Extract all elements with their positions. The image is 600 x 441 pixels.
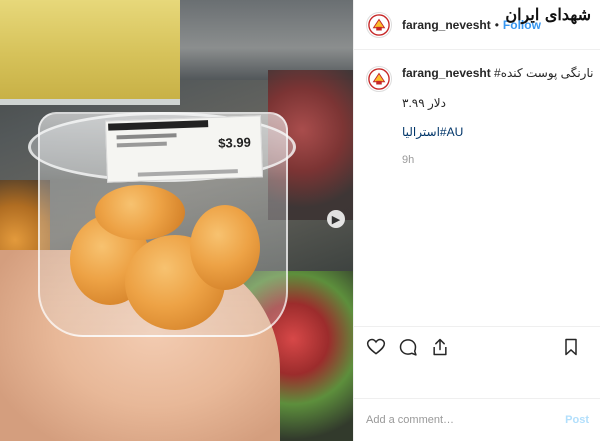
header-username[interactable]: farang_nevesht (402, 18, 491, 32)
shelf-background (180, 0, 353, 80)
comment-input[interactable] (366, 414, 566, 426)
like-button[interactable] (364, 335, 388, 359)
separator-dot: • (494, 17, 499, 32)
next-image-button[interactable]: ▶ (327, 210, 345, 228)
mandarin-segment (190, 205, 260, 290)
chevron-right-icon: ▶ (331, 213, 341, 226)
bookmark-icon (565, 338, 577, 355)
shelf-product (0, 0, 180, 105)
profile-logo-icon (368, 13, 390, 36)
avatar[interactable] (366, 66, 392, 92)
label-text-line (116, 141, 167, 148)
post-photo[interactable]: $3.99 ▶ (0, 0, 353, 441)
post-header: farang_nevesht • Follow شهدای ایران (354, 0, 600, 50)
action-bar (354, 326, 600, 366)
avatar[interactable] (366, 11, 392, 38)
label-text-line (116, 133, 177, 140)
heart-icon (366, 338, 386, 355)
caption-price-line: دلار ۳.۹۹ (402, 95, 446, 110)
mandarin-segment (95, 185, 185, 240)
post-panel: farang_nevesht • Follow شهدای ایران fara… (353, 0, 600, 441)
price-tag: $3.99 (218, 134, 252, 151)
post-comment-button[interactable]: Post (565, 414, 589, 426)
comment-box: Post (354, 398, 600, 441)
profile-logo-icon (368, 68, 390, 90)
watermark: شهدای ایران (505, 5, 591, 24)
comment-icon (399, 338, 417, 356)
caption-text: نارنگی پوست کنده# (494, 66, 594, 80)
label-barcode (108, 120, 209, 131)
share-icon (433, 338, 447, 355)
label-text-line (137, 169, 238, 177)
price-label: $3.99 (104, 115, 264, 183)
post-caption-block: farang_nevesht نارنگی پوست کنده# دلار ۳.… (366, 66, 594, 167)
caption-hashtag-line[interactable]: استرالیا#AU (402, 125, 593, 141)
caption-username[interactable]: farang_nevesht (402, 66, 491, 80)
save-button[interactable] (559, 335, 583, 359)
share-button[interactable] (428, 335, 452, 359)
post-time[interactable]: 9h (402, 153, 593, 167)
comment-button[interactable] (396, 335, 420, 359)
